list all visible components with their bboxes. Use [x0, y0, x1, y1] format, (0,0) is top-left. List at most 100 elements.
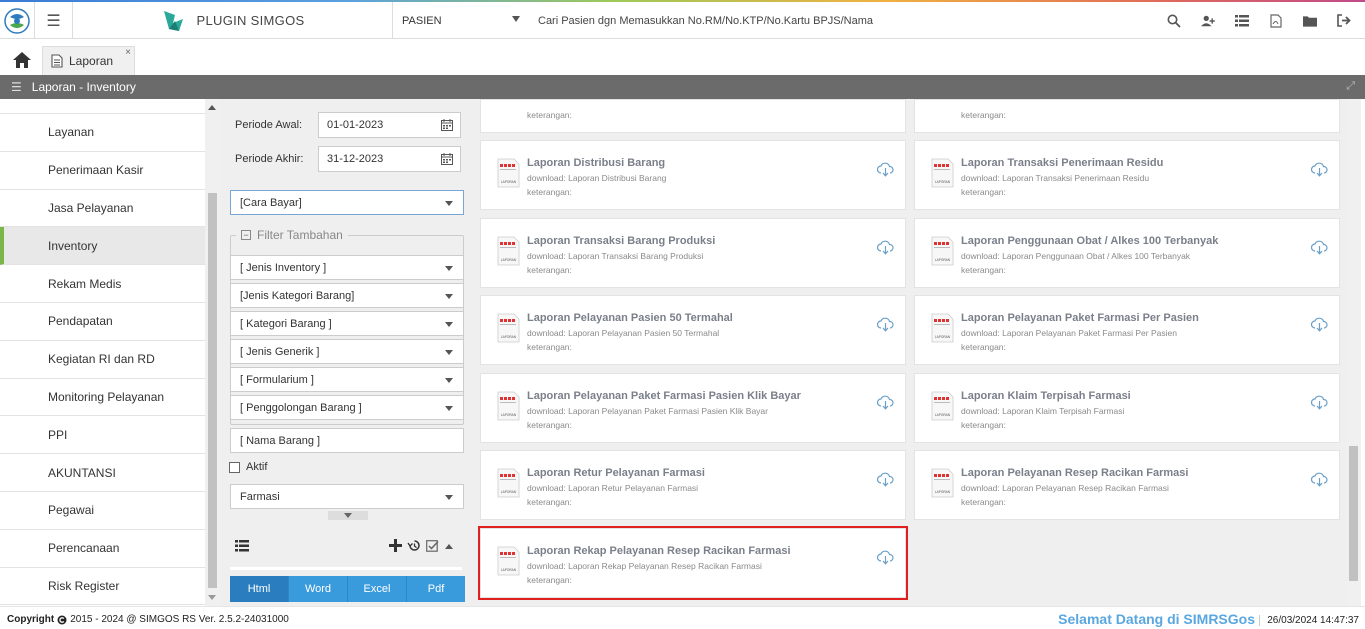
tab-laporan[interactable]: Laporan × [42, 46, 135, 75]
collapse-filter-button[interactable] [328, 511, 368, 520]
report-download-text: download: Laporan Transaksi Penerimaan R… [961, 173, 1150, 183]
sidebar-item-risk-register[interactable]: Risk Register [0, 568, 205, 606]
cloud-download-icon[interactable] [1311, 317, 1328, 332]
list-icon[interactable] [1235, 14, 1249, 28]
search-icon[interactable] [1167, 14, 1181, 28]
scroll-down-icon[interactable] [208, 595, 216, 600]
jenis-generik-select[interactable]: [ Jenis Generik ] [230, 339, 464, 364]
report-card-partial[interactable]: keterangan: [480, 99, 906, 133]
cloud-download-icon[interactable] [877, 472, 894, 487]
report-card[interactable]: LAPORAN Laporan Pelayanan Pasien 50 Terma… [480, 295, 906, 365]
scrollbar-thumb[interactable] [208, 193, 217, 588]
report-card[interactable]: LAPORAN Laporan Transaksi Barang Produksi… [480, 217, 906, 288]
format-word-button[interactable]: Word [289, 576, 348, 602]
scroll-up-icon[interactable] [208, 105, 216, 110]
calendar-icon[interactable] [441, 119, 453, 131]
report-card[interactable]: LAPORAN Laporan Pelayanan Paket Farmasi P… [914, 295, 1340, 365]
penggolongan-barang-select[interactable]: [ Penggolongan Barang ] [230, 395, 464, 420]
format-html-button[interactable]: Html [230, 576, 289, 602]
check-square-icon[interactable] [426, 539, 439, 552]
cloud-download-icon[interactable] [1311, 162, 1328, 177]
sidebar-item-pegawai[interactable]: Pegawai [0, 492, 205, 530]
folder-icon[interactable] [1303, 14, 1317, 28]
nama-barang-input[interactable]: [ Nama Barang ] [230, 428, 464, 453]
plus-icon[interactable] [389, 539, 402, 552]
report-title[interactable]: Laporan Distribusi Barang [527, 157, 665, 169]
expand-icon[interactable]: ⤢ [1346, 80, 1355, 93]
cloud-download-icon[interactable] [1311, 395, 1328, 410]
report-card[interactable]: LAPORAN Laporan Klaim Terpisah Farmasi dow… [914, 372, 1340, 443]
report-title[interactable]: Laporan Retur Pelayanan Farmasi [527, 467, 705, 479]
sidebar-item-rekam-medis[interactable]: Rekam Medis [0, 265, 205, 303]
report-card[interactable]: LAPORAN Laporan Pelayanan Paket Farmasi P… [480, 372, 906, 443]
report-card[interactable]: LAPORAN Laporan Pelayanan Resep Racikan F… [914, 450, 1340, 520]
format-pdf-button[interactable]: Pdf [407, 576, 465, 602]
sidebar-item-perencanaan[interactable]: Perencanaan [0, 530, 205, 568]
sidebar-item-monitoring-pelayanan[interactable]: Monitoring Pelayanan [0, 379, 205, 417]
report-card[interactable]: LAPORAN Laporan Distribusi Barang download… [480, 140, 906, 210]
aktif-checkbox-row[interactable]: Aktif [229, 461, 267, 473]
sidebar-item-pendapatan[interactable]: Pendapatan [0, 303, 205, 341]
report-title[interactable]: Laporan Penggunaan Obat / Alkes 100 Terb… [961, 235, 1218, 247]
sidebar-item-jasa-pelayanan[interactable]: Jasa Pelayanan [0, 190, 205, 228]
sidebar-item-ppi[interactable]: PPI [0, 416, 205, 455]
filter-tambahan-legend[interactable]: − Filter Tambahan [236, 228, 348, 242]
cloud-download-icon[interactable] [1311, 472, 1328, 487]
report-title[interactable]: Laporan Pelayanan Paket Farmasi Per Pasi… [961, 312, 1199, 324]
report-card-partial[interactable]: keterangan: [914, 99, 1340, 133]
sidebar-scrollbar[interactable] [205, 99, 220, 606]
logout-icon[interactable] [1337, 14, 1351, 28]
scrollbar-thumb[interactable] [1349, 446, 1358, 581]
formularium-select[interactable]: [ Formularium ] [230, 367, 464, 392]
report-title[interactable]: Laporan Transaksi Penerimaan Residu [961, 157, 1163, 169]
cloud-download-icon[interactable] [877, 317, 894, 332]
cloud-download-icon[interactable] [877, 162, 894, 177]
kategori-barang-select[interactable]: [ Kategori Barang ] [230, 311, 464, 336]
jenis-kategori-barang-select[interactable]: [Jenis Kategori Barang] [230, 283, 464, 308]
tab-label: Laporan [69, 54, 114, 68]
report-title[interactable]: Laporan Pelayanan Pasien 50 Termahal [527, 312, 733, 324]
periode-awal-field[interactable]: 01-01-2023 [318, 112, 461, 138]
report-keterangan: keterangan: [527, 497, 572, 507]
hamburger-menu-button[interactable]: ☰ [35, 2, 73, 39]
calendar-icon[interactable] [441, 153, 453, 165]
report-card[interactable]: LAPORAN Laporan Transaksi Penerimaan Resi… [914, 140, 1340, 210]
add-user-icon[interactable] [1201, 14, 1215, 28]
sidebar-item-kegiatan-ri-rd[interactable]: Kegiatan RI dan RD [0, 341, 205, 379]
format-excel-button[interactable]: Excel [348, 576, 407, 602]
content-scrollbar[interactable] [1347, 99, 1361, 606]
jenis-inventory-select[interactable]: [ Jenis Inventory ] [230, 255, 464, 280]
sidebar-item-penerimaan-kasir[interactable]: Penerimaan Kasir [0, 152, 205, 190]
periode-akhir-field[interactable]: 31-12-2023 [318, 146, 461, 172]
report-title[interactable]: Laporan Pelayanan Resep Racikan Farmasi [961, 467, 1188, 479]
chevron-down-icon [445, 266, 453, 271]
panel-menu-icon[interactable]: ☰ [11, 80, 22, 94]
cloud-download-icon[interactable] [1311, 240, 1328, 255]
report-card[interactable]: LAPORAN Laporan Retur Pelayanan Farmasi do… [480, 450, 906, 520]
patient-select[interactable]: PASIEN [393, 2, 525, 39]
patient-search-input[interactable]: Cari Pasien dgn Memasukkan No.RM/No.KTP/… [538, 2, 873, 39]
sidebar-item-layanan[interactable]: Layanan [0, 114, 205, 152]
sidebar-item-inventory[interactable]: Inventory [0, 227, 205, 266]
list-icon[interactable] [235, 540, 249, 552]
report-title[interactable]: Laporan Transaksi Barang Produksi [527, 235, 715, 247]
chevron-up-icon[interactable] [444, 542, 454, 550]
report-card[interactable]: LAPORAN Laporan Rekap Pelayanan Resep Rac… [478, 525, 908, 600]
aktif-checkbox[interactable] [229, 461, 240, 473]
report-title[interactable]: Laporan Pelayanan Paket Farmasi Pasien K… [527, 390, 801, 402]
home-button[interactable] [12, 51, 32, 69]
sidebar-item-akuntansi[interactable]: AKUNTANSI [0, 454, 205, 492]
report-card[interactable]: LAPORAN Laporan Penggunaan Obat / Alkes 1… [914, 217, 1340, 288]
cloud-download-icon[interactable] [877, 240, 894, 255]
history-icon[interactable] [407, 539, 421, 552]
collapse-minus-icon[interactable]: − [241, 230, 251, 240]
app-logo[interactable] [0, 2, 35, 39]
report-title[interactable]: Laporan Rekap Pelayanan Resep Racikan Fa… [527, 545, 791, 557]
cara-bayar-select[interactable]: [Cara Bayar] [230, 190, 464, 215]
depo-select[interactable]: Farmasi [230, 484, 464, 509]
cloud-download-icon[interactable] [877, 395, 894, 410]
cloud-download-icon[interactable] [877, 550, 894, 565]
report-title[interactable]: Laporan Klaim Terpisah Farmasi [961, 390, 1131, 402]
pdf-file-icon[interactable] [1269, 13, 1283, 28]
close-icon[interactable]: × [125, 47, 131, 58]
